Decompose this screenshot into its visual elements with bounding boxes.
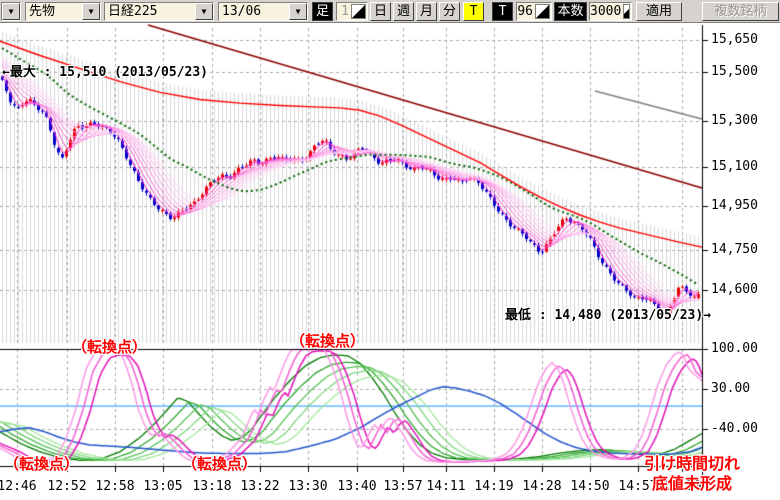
spinner-icon[interactable] [623,4,630,19]
period-month-button[interactable]: 月 [416,2,437,21]
interval-spinner[interactable]: 1 [336,2,368,21]
period-minute-button[interactable]: 分 [439,2,460,21]
spinner-icon[interactable] [535,4,550,19]
t-param-value: 96 [517,3,535,20]
t-param-spinner[interactable]: 96 [516,2,552,21]
category-value: 先物 [26,3,82,20]
symbol-combo[interactable]: 日経225 ▼ [104,2,214,21]
interval-value: 1 [341,3,351,20]
dropdown-arrow-icon[interactable]: ▼ [82,3,100,20]
count-value: 3000 [590,3,623,20]
category-combo[interactable]: 先物 ▼ [25,2,101,21]
period-week-button[interactable]: 週 [393,2,414,21]
count-label: 本数 [554,2,587,21]
t-param-label: T [492,2,513,21]
contract-value: 13/06 [219,3,289,20]
period-day-button[interactable]: 日 [370,2,391,21]
dropdown-arrow-icon[interactable]: ▼ [289,3,307,20]
dropdown-arrow-icon[interactable]: ▼ [2,3,20,20]
multi-symbol-button: 複数銘柄 [702,2,779,21]
symbol-value: 日経225 [105,3,195,20]
chart-app-window: ▼ 先物 ▼ 日経225 ▼ 13/06 ▼ 足 1 日 週 月 分 T T 9… [0,0,780,500]
apply-button[interactable]: 適用 [636,2,682,21]
spinner-icon[interactable] [351,4,366,19]
tick-mode-button[interactable]: T [463,2,484,21]
toolbar: ▼ 先物 ▼ 日経225 ▼ 13/06 ▼ 足 1 日 週 月 分 T T 9… [0,0,780,23]
count-spinner[interactable]: 3000 [589,2,632,21]
bar-type-label: 足 [312,2,333,21]
dropdown-arrow-icon[interactable]: ▼ [195,3,213,20]
contract-combo[interactable]: 13/06 ▼ [218,2,308,21]
chart-canvas[interactable] [0,0,780,500]
chart-style-combo[interactable]: ▼ [1,2,21,21]
